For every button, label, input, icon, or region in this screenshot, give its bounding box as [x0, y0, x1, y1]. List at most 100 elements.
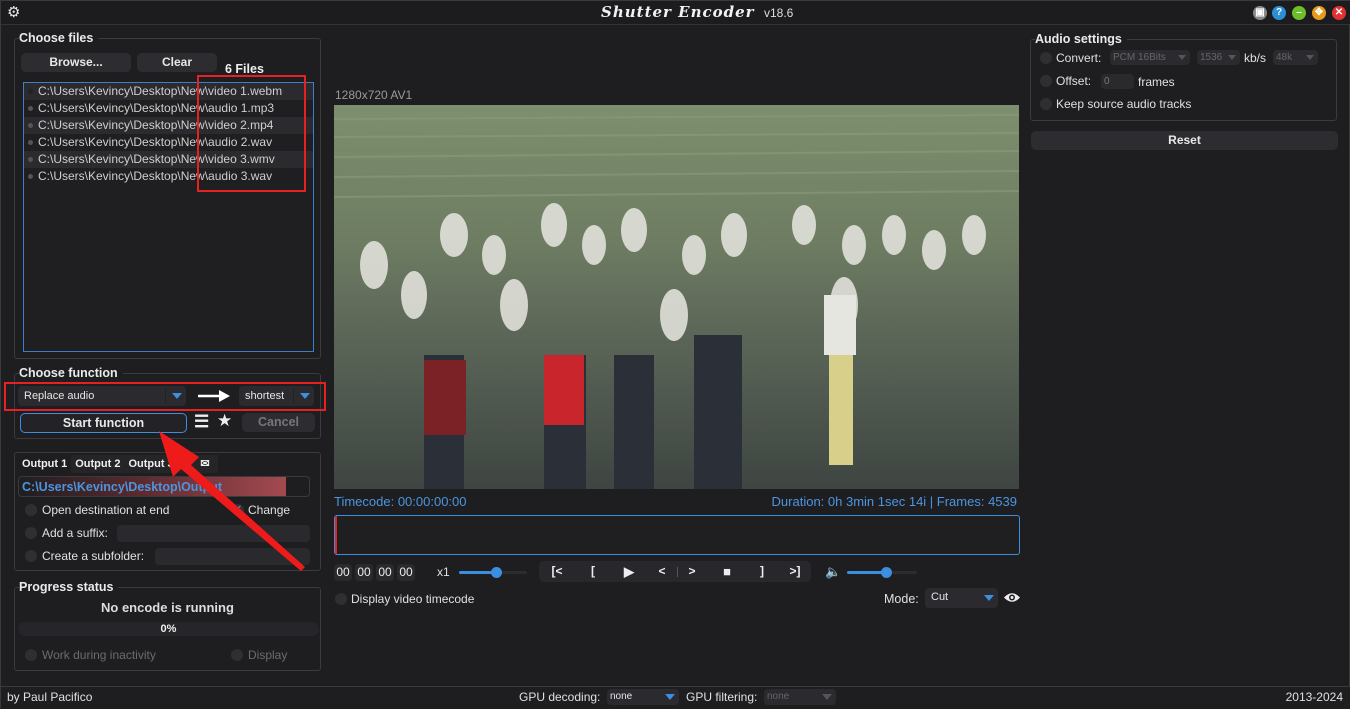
subfolder-label: Create a subfolder:	[42, 549, 145, 563]
timeline-waveform[interactable]	[334, 515, 1020, 555]
volume-slider-knob[interactable]	[880, 567, 892, 578]
gpu-decoding-value: none	[610, 691, 633, 702]
title-bar: ⚙ Shutter Encoder v18.6 ▣ ? – ✥ ✕	[1, 1, 1350, 25]
progress-percent: 0%	[160, 623, 177, 635]
bullet-icon	[28, 89, 33, 94]
volume-icon[interactable]: 🔈	[825, 564, 841, 580]
play-icon[interactable]: ▶	[619, 561, 639, 582]
close-icon[interactable]: ✕	[1332, 6, 1346, 20]
divider	[677, 567, 678, 577]
reset-button[interactable]: Reset	[1031, 131, 1338, 150]
audio-bitrate-value: 1536	[1200, 52, 1223, 63]
browse-button[interactable]: Browse...	[21, 53, 131, 72]
convert-label: Convert:	[1056, 51, 1102, 65]
player-mode-value: Cut	[931, 591, 949, 603]
encode-status: No encode is running	[101, 600, 234, 615]
display-checkbox[interactable]	[231, 649, 243, 661]
tab-output-1[interactable]: Output 1	[18, 455, 72, 473]
video-preview[interactable]	[334, 105, 1019, 489]
playback-controls: [< [ ▶ < > ■ ] >]	[539, 561, 811, 582]
bullet-icon	[28, 157, 33, 162]
clear-button[interactable]: Clear	[137, 53, 217, 72]
keep-audio-tracks-label: Keep source audio tracks	[1056, 97, 1192, 111]
bullet-icon	[28, 140, 33, 145]
suffix-checkbox[interactable]	[25, 527, 37, 539]
timecode-seconds-field[interactable]: 00	[376, 564, 394, 581]
display-timecode-label: Display video timecode	[351, 592, 475, 606]
tab-output-2[interactable]: Output 2	[71, 455, 125, 473]
app-version: v18.6	[764, 6, 794, 20]
bullet-icon	[28, 174, 33, 179]
player-mode-select[interactable]: Cut	[925, 588, 998, 608]
gpu-decoding-label: GPU decoding:	[519, 690, 601, 704]
go-to-start-button[interactable]: [<	[547, 561, 567, 582]
choose-files-legend: Choose files	[19, 31, 99, 45]
author-label: by Paul Pacifico	[7, 690, 93, 704]
playhead-marker[interactable]	[335, 516, 337, 554]
audio-codec-value: PCM 16Bits	[1113, 52, 1166, 63]
audio-codec-select[interactable]: PCM 16Bits	[1110, 50, 1190, 65]
video-frame-image	[334, 105, 1019, 489]
timecode-minutes-field[interactable]: 00	[355, 564, 373, 581]
offset-label: Offset:	[1056, 74, 1092, 88]
settings-gear-icon[interactable]: ⚙	[7, 5, 22, 20]
speed-label: x1	[437, 565, 450, 579]
sample-rate-select[interactable]: 48k	[1273, 50, 1318, 65]
video-resolution-label: 1280x720 AV1	[335, 88, 413, 102]
mode-label: Mode:	[884, 592, 919, 606]
eye-icon[interactable]	[1003, 591, 1021, 604]
bullet-icon	[28, 123, 33, 128]
suffix-label: Add a suffix:	[42, 526, 108, 540]
maximize-icon[interactable]: ✥	[1312, 6, 1326, 20]
minimize-icon[interactable]: –	[1292, 6, 1306, 20]
audio-settings-legend: Audio settings	[1035, 32, 1127, 46]
audio-bitrate-select[interactable]: 1536	[1197, 50, 1240, 65]
volume-slider[interactable]	[847, 567, 917, 578]
annotation-highlight-box	[197, 75, 306, 192]
subfolder-checkbox[interactable]	[25, 550, 37, 562]
progress-bar: 0%	[18, 622, 319, 636]
speed-slider-knob[interactable]	[491, 567, 503, 578]
chevron-down-icon	[984, 595, 994, 601]
file-count-label: 6 Files	[225, 62, 264, 76]
gpu-filtering-value: none	[767, 691, 790, 702]
status-bar: by Paul Pacifico GPU decoding: none GPU …	[1, 686, 1350, 709]
copyright-years: 2013-2024	[1285, 690, 1343, 704]
offset-input[interactable]: 0	[1101, 74, 1134, 89]
go-to-end-button[interactable]: >]	[785, 561, 805, 582]
app-title: Shutter Encoder	[601, 3, 755, 21]
next-frame-button[interactable]: >	[684, 561, 700, 582]
open-destination-checkbox[interactable]	[25, 504, 37, 516]
restore-icon[interactable]: ▣	[1253, 6, 1267, 20]
previous-frame-button[interactable]: <	[654, 561, 670, 582]
speed-slider[interactable]	[459, 567, 527, 578]
bullet-icon	[28, 106, 33, 111]
timecode-label: Timecode: 00:00:00:00	[334, 494, 467, 509]
annotation-arrow	[159, 431, 305, 571]
gpu-filtering-select[interactable]: none	[764, 689, 836, 705]
timecode-hours-field[interactable]: 00	[334, 564, 352, 581]
keep-audio-tracks-checkbox[interactable]	[1040, 98, 1052, 110]
set-in-point-button[interactable]: [	[584, 561, 602, 582]
volume-slider-fill	[847, 571, 886, 574]
help-icon[interactable]: ?	[1272, 6, 1286, 20]
display-label: Display	[248, 648, 288, 662]
stop-icon[interactable]: ■	[717, 561, 737, 582]
gpu-decoding-select[interactable]: none	[607, 689, 679, 705]
display-timecode-checkbox[interactable]	[335, 593, 347, 605]
sample-rate-value: 48k	[1276, 52, 1293, 63]
chevron-down-icon	[1228, 55, 1236, 60]
app-window: ⚙ Shutter Encoder v18.6 ▣ ? – ✥ ✕ Choose…	[0, 0, 1350, 709]
chevron-down-icon	[1306, 55, 1314, 60]
choose-function-legend: Choose function	[19, 366, 123, 380]
timecode-frames-field[interactable]: 00	[397, 564, 415, 581]
offset-checkbox[interactable]	[1040, 75, 1052, 87]
bitrate-unit-label: kb/s	[1244, 51, 1267, 65]
work-inactivity-checkbox[interactable]	[25, 649, 37, 661]
work-inactivity-label: Work during inactivity	[42, 648, 156, 662]
convert-audio-checkbox[interactable]	[1040, 52, 1052, 64]
gpu-filtering-label: GPU filtering:	[686, 690, 758, 704]
progress-legend: Progress status	[19, 580, 119, 594]
chevron-down-icon	[822, 694, 832, 700]
set-out-point-button[interactable]: ]	[753, 561, 771, 582]
